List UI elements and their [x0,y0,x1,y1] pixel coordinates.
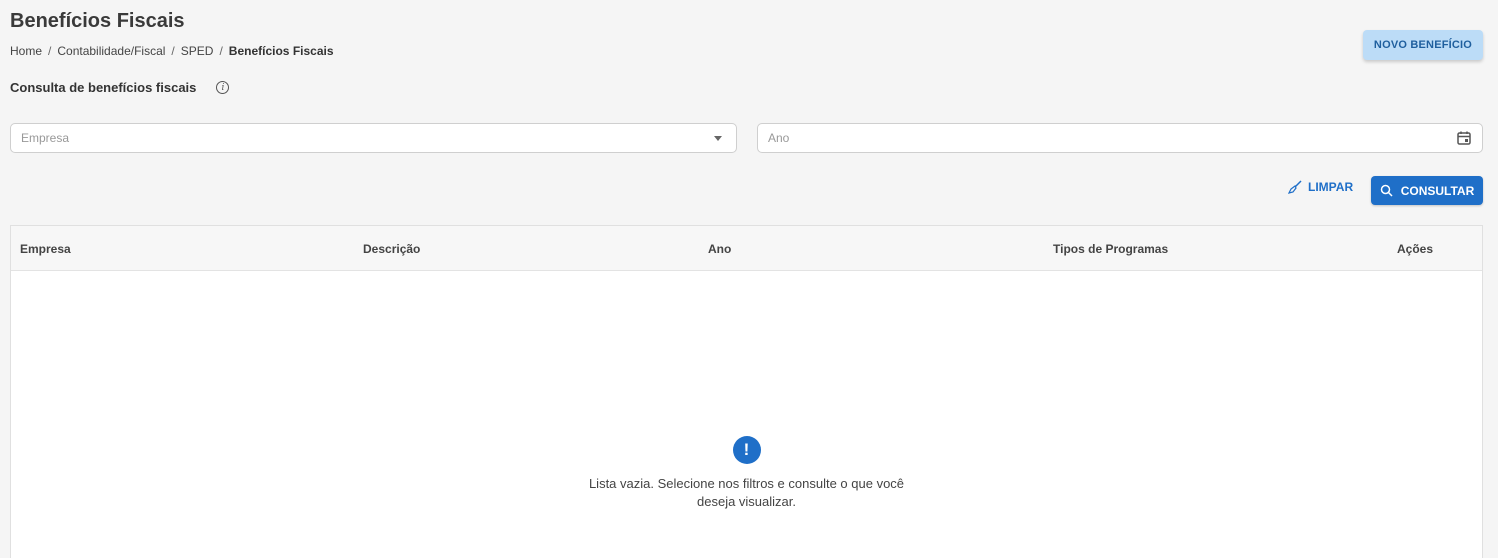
column-header-empresa[interactable]: Empresa [20,242,71,256]
chevron-down-icon[interactable] [714,135,722,141]
search-icon [1380,184,1393,197]
breadcrumb: Home / Contabilidade/Fiscal / SPED / Ben… [10,44,334,58]
section-heading: Consulta de benefícios fiscais i [10,80,230,95]
clear-button-label: LIMPAR [1308,180,1354,194]
empresa-select[interactable]: Empresa [10,123,737,153]
empty-state: ! Lista vazia. Selecione nos filtros e c… [11,436,1482,511]
breadcrumb-current: Benefícios Fiscais [228,44,334,58]
table-header: Empresa Descrição Ano Tipos de Programas… [11,226,1482,271]
broom-icon [1288,180,1302,194]
column-header-tipos-de-programas[interactable]: Tipos de Programas [1053,242,1168,256]
info-icon[interactable]: i [216,81,230,94]
empty-state-message: Lista vazia. Selecione nos filtros e con… [588,476,905,509]
breadcrumb-sped[interactable]: SPED [181,44,214,58]
benefits-table: Empresa Descrição Ano Tipos de Programas… [10,225,1483,558]
ano-date-field[interactable]: Ano [757,123,1483,153]
consult-button[interactable]: CONSULTAR [1371,176,1483,205]
page-title: Benefícios Fiscais [10,10,185,32]
empresa-placeholder: Empresa [21,131,70,145]
breadcrumb-home[interactable]: Home [10,44,42,58]
ano-placeholder: Ano [768,131,790,145]
clear-button[interactable]: LIMPAR [1288,180,1353,194]
section-heading-label: Consulta de benefícios fiscais [10,80,197,95]
breadcrumb-separator: / [171,44,175,58]
column-header-acoes: Ações [1397,242,1434,256]
consult-button-label: CONSULTAR [1400,183,1475,198]
new-benefit-button[interactable]: NOVO BENEFÍCIO [1363,30,1483,60]
calendar-icon[interactable] [1456,130,1472,146]
breadcrumb-separator: / [48,44,52,58]
alert-icon: ! [732,436,761,464]
column-header-ano[interactable]: Ano [708,242,731,256]
column-header-descricao[interactable]: Descrição [363,242,420,256]
breadcrumb-separator: / [219,44,223,58]
breadcrumb-contabilidade-fiscal[interactable]: Contabilidade/Fiscal [57,44,165,58]
